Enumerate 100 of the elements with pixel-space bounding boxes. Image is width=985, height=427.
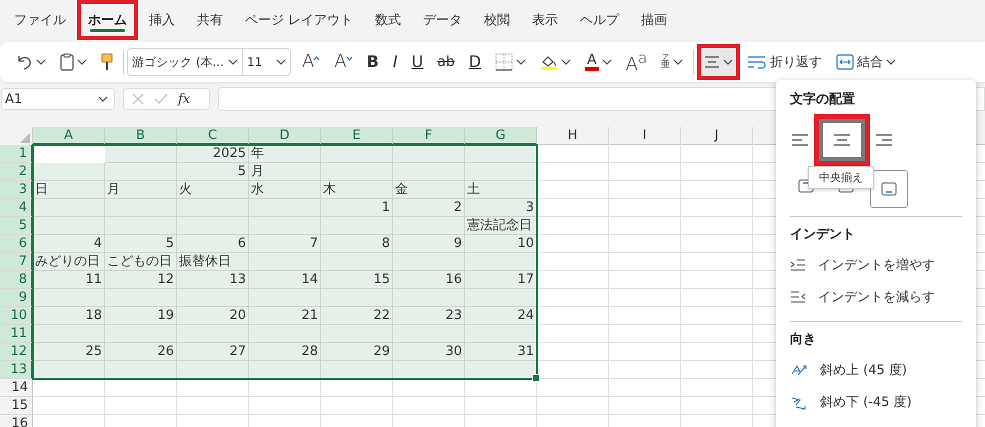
merge-button[interactable]: 結合: [829, 44, 904, 80]
table-cell: [321, 379, 393, 397]
row-header[interactable]: 3: [0, 181, 33, 199]
table-cell: [609, 379, 681, 397]
column-header[interactable]: E: [321, 127, 393, 145]
column-header[interactable]: J: [681, 127, 753, 145]
table-cell: 13: [177, 271, 249, 289]
row-header[interactable]: 10: [0, 307, 33, 325]
panel-heading: インデント: [790, 226, 856, 243]
table-cell: 22: [321, 307, 393, 325]
table-cell: 16: [393, 271, 465, 289]
strike-button[interactable]: ab: [430, 44, 462, 80]
column-header[interactable]: I: [609, 127, 681, 145]
column-header[interactable]: F: [393, 127, 465, 145]
align-center-button[interactable]: [814, 114, 870, 166]
rotate-down-menu-item[interactable]: 斜め下 (-45 度): [790, 386, 912, 418]
table-cell: [537, 181, 609, 199]
row-header[interactable]: 13: [0, 361, 33, 379]
table-cell: 年: [249, 145, 321, 163]
row-header[interactable]: 7: [0, 253, 33, 271]
column-header[interactable]: D: [249, 127, 321, 145]
table-cell: 日: [33, 181, 105, 199]
indent-decrease-menu-item[interactable]: インデントを減らす: [790, 281, 935, 313]
row-header[interactable]: 1: [0, 145, 33, 163]
shrink-button[interactable]: A: [327, 44, 360, 80]
table-cell: [105, 361, 177, 379]
row-header[interactable]: 16: [0, 415, 33, 427]
paintbrush-icon: [101, 53, 113, 71]
ribbon-tab[interactable]: 表示: [521, 0, 570, 40]
table-cell: [465, 145, 537, 163]
ribbon-tab[interactable]: データ: [412, 0, 474, 40]
table-cell: [465, 397, 537, 415]
row-header[interactable]: 15: [0, 397, 33, 415]
table-cell: 金: [393, 181, 465, 199]
ribbon-tab[interactable]: ヘルプ: [569, 0, 630, 40]
row-header[interactable]: 11: [0, 325, 33, 343]
table-cell: [321, 145, 393, 163]
table-cell: [609, 289, 681, 307]
row-header[interactable]: 4: [0, 199, 33, 217]
checkmark-icon[interactable]: [154, 93, 168, 105]
wrap-button[interactable]: 折り返す: [740, 44, 830, 80]
table-cell: [321, 361, 393, 379]
table-cell: [393, 397, 465, 415]
caret-icon: [516, 59, 526, 65]
table-cell: [105, 289, 177, 307]
row-header[interactable]: 6: [0, 235, 33, 253]
table-cell: [177, 199, 249, 217]
ribbon-tab[interactable]: 共有: [186, 0, 234, 40]
grow-button[interactable]: A: [294, 44, 328, 80]
column-header[interactable]: A: [33, 127, 105, 145]
table-cell: 土: [465, 181, 537, 199]
column-header[interactable]: C: [177, 127, 249, 145]
font-name-dropdown[interactable]: 游ゴシック (本...: [127, 48, 243, 76]
bold-button[interactable]: B: [360, 44, 386, 80]
rotate-up-menu-item[interactable]: 斜め上 (45 度): [790, 354, 907, 386]
caret-icon: [886, 59, 896, 65]
font-size-dropdown[interactable]: 11: [242, 48, 291, 76]
column-header[interactable]: G: [465, 127, 537, 145]
row-header[interactable]: 5: [0, 217, 33, 235]
table-cell: [105, 379, 177, 397]
table-cell: [177, 289, 249, 307]
row-header[interactable]: 9: [0, 289, 33, 307]
table-cell: [177, 217, 249, 235]
table-cell: [537, 163, 609, 181]
table-cell: [321, 325, 393, 343]
row-header[interactable]: 8: [0, 271, 33, 289]
insert-function-button[interactable]: fx: [178, 92, 190, 106]
underline-button[interactable]: U: [404, 44, 430, 80]
align-button[interactable]: [697, 44, 740, 80]
ribbon-tab[interactable]: ホーム: [77, 0, 138, 40]
table-cell: [465, 325, 537, 343]
italic-button[interactable]: I: [386, 44, 405, 80]
caret-icon: [561, 59, 572, 65]
row-header[interactable]: 2: [0, 163, 33, 181]
table-cell: [609, 217, 681, 235]
table-cell: [465, 253, 537, 271]
column-header[interactable]: B: [105, 127, 177, 145]
table-cell: [609, 235, 681, 253]
ribbon-tab[interactable]: ページ レイアウト: [234, 0, 364, 40]
double-underline-button[interactable]: D: [462, 44, 488, 80]
table-cell: [537, 199, 609, 217]
name-box[interactable]: A1: [1, 88, 115, 110]
table-cell: [609, 181, 681, 199]
caret-icon: [723, 59, 734, 65]
superscript-button[interactable]: A$^{a}$: [618, 44, 654, 80]
ribbon-tab[interactable]: 校閲: [473, 0, 522, 40]
ribbon-tab[interactable]: 数式: [364, 0, 412, 40]
font-color-button[interactable]: A: [578, 44, 619, 80]
table-cell: [321, 253, 393, 271]
fill-handle[interactable]: [532, 374, 540, 382]
ribbon-tab[interactable]: 挿入: [138, 0, 186, 40]
row-header[interactable]: 14: [0, 379, 33, 397]
tooltip: 中央揃え: [808, 166, 874, 189]
ribbon-tab[interactable]: ファイル: [3, 0, 77, 40]
row-header[interactable]: 12: [0, 343, 33, 361]
column-header[interactable]: H: [537, 127, 609, 145]
table-cell: [105, 163, 177, 181]
indent-increase-menu-item[interactable]: インデントを増やす: [790, 249, 935, 281]
ribbon-tab[interactable]: 描画: [630, 0, 678, 40]
table-cell: 6: [177, 235, 249, 253]
